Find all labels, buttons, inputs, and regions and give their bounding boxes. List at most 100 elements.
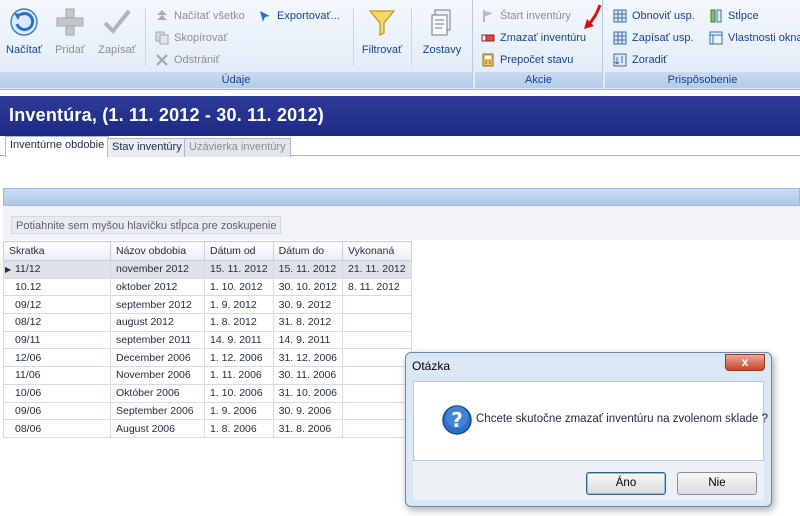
- separator: [411, 8, 412, 66]
- column-header-vykonana[interactable]: Vykonaná: [342, 241, 412, 261]
- table-cell[interactable]: 09/12: [3, 295, 111, 315]
- current-row-indicator-icon: ▶: [5, 265, 12, 275]
- zapisat-usp-button[interactable]: Zapísať usp.: [613, 28, 694, 48]
- table-cell[interactable]: 08/06: [3, 419, 111, 438]
- table-cell[interactable]: 31. 10. 2006: [272, 383, 344, 403]
- table-cell[interactable]: 12/06: [3, 348, 111, 368]
- skratka-value: 09/11: [15, 334, 41, 347]
- refresh-icon: [10, 8, 38, 36]
- table-cell[interactable]: 30. 9. 2006: [272, 401, 344, 421]
- table-cell[interactable]: November 2006: [110, 366, 205, 385]
- table-row[interactable]: 08/12 august 2012 1. 8. 2012 31. 8. 2012: [3, 313, 412, 332]
- table-cell[interactable]: [342, 348, 412, 368]
- zmazat-inventuru-button[interactable]: Zmazať inventúru: [481, 28, 586, 48]
- table-cell[interactable]: ▶ 11/12: [3, 260, 111, 279]
- stlpce-button[interactable]: Stĺpce: [709, 6, 759, 26]
- table-cell[interactable]: Október 2006: [110, 383, 205, 403]
- table-cell[interactable]: September 2006: [110, 401, 205, 421]
- table-cell[interactable]: oktober 2012: [110, 277, 205, 297]
- exportovat-button[interactable]: Exportovať...: [258, 6, 340, 26]
- table-cell[interactable]: 1. 11. 2006: [204, 366, 274, 385]
- table-cell[interactable]: 1. 8. 2012: [204, 313, 274, 332]
- table-cell[interactable]: August 2006: [110, 419, 205, 438]
- table-cell[interactable]: December 2006: [110, 348, 205, 368]
- table-row[interactable]: ▶ 11/12 november 2012 15. 11. 2012 15. 11. 2…: [3, 260, 412, 279]
- table-cell[interactable]: [342, 383, 412, 403]
- table-cell[interactable]: 14. 9. 2011: [204, 330, 274, 350]
- column-header-nazov-obdobia[interactable]: Názov obdobia: [110, 241, 205, 261]
- table-row[interactable]: 10/06 Október 2006 1. 10. 2006 31. 10. 2006: [3, 383, 412, 403]
- table-cell[interactable]: 09/06: [3, 401, 111, 421]
- table-cell[interactable]: 30. 10. 2012: [272, 277, 344, 297]
- table-cell[interactable]: 09/11: [3, 330, 111, 350]
- table-cell[interactable]: 14. 9. 2011: [272, 330, 344, 350]
- copy-icon: [155, 31, 169, 45]
- table-cell[interactable]: 1. 10. 2006: [204, 383, 274, 403]
- table-cell[interactable]: 30. 9. 2012: [272, 295, 344, 315]
- table-row[interactable]: 12/06 December 2006 1. 12. 2006 31. 12. 200…: [3, 348, 412, 368]
- table-cell[interactable]: 1. 9. 2012: [204, 295, 274, 315]
- skopirovat-button[interactable]: Skopírovať: [155, 28, 228, 48]
- table-cell[interactable]: 30. 11. 2006: [272, 366, 344, 385]
- table-cell[interactable]: 1. 10. 2012: [204, 277, 274, 297]
- double-up-arrow-icon: [157, 10, 167, 21]
- nacitat-vsetko-button[interactable]: Načítať všetko: [155, 6, 245, 26]
- column-header-datum-do[interactable]: Dátum do: [272, 241, 344, 261]
- prepocet-stavu-button[interactable]: Prepočet stavu: [481, 50, 573, 70]
- tab-uzavierka-inventury[interactable]: Uzávierka inventúry: [184, 138, 291, 157]
- yes-button[interactable]: Áno: [586, 472, 666, 495]
- table-cell[interactable]: [342, 313, 412, 332]
- start-inventury-button[interactable]: Štart inventúry: [481, 6, 571, 26]
- column-header-datum-od[interactable]: Dátum od: [204, 241, 274, 261]
- table-cell[interactable]: [342, 366, 412, 385]
- table-cell[interactable]: 8. 11. 2012: [342, 277, 412, 297]
- table-cell[interactable]: 15. 11. 2012: [272, 260, 344, 279]
- no-button[interactable]: Nie: [677, 472, 757, 495]
- table-cell[interactable]: [342, 330, 412, 350]
- table-cell[interactable]: 31. 8. 2012: [272, 313, 344, 332]
- table-cell[interactable]: [342, 295, 412, 315]
- tab-inventurne-obdobie[interactable]: Inventúrne obdobie: [5, 136, 110, 157]
- table-cell[interactable]: 11/06: [3, 366, 111, 385]
- table-cell[interactable]: september 2011: [110, 330, 205, 350]
- table-cell[interactable]: september 2012: [110, 295, 205, 315]
- start-inventury-label: Štart inventúry: [500, 10, 571, 22]
- table-row[interactable]: 09/06 September 2006 1. 9. 2006 30. 9. 2006: [3, 401, 412, 421]
- table-cell[interactable]: 1. 9. 2006: [204, 401, 274, 421]
- table-cell[interactable]: 08/12: [3, 313, 111, 332]
- table-row[interactable]: 09/12 september 2012 1. 9. 2012 30. 9. 2012: [3, 295, 412, 315]
- red-arrow-annotation-icon: [584, 4, 602, 29]
- vlastnosti-okna-button[interactable]: Vlastnosti okna: [709, 28, 800, 48]
- dialog-close-button[interactable]: x: [725, 354, 765, 371]
- zoradit-button[interactable]: Zoradiť: [613, 50, 667, 70]
- nacitat-button[interactable]: Načítať: [2, 6, 46, 64]
- table-row[interactable]: 08/06 August 2006 1. 8. 2006 31. 8. 2006: [3, 419, 412, 438]
- table-cell[interactable]: 1. 8. 2006: [204, 419, 274, 438]
- table-cell[interactable]: 31. 8. 2006: [272, 419, 344, 438]
- checkmark-icon: [103, 9, 131, 34]
- table-cell[interactable]: 1. 12. 2006: [204, 348, 274, 368]
- tab-bar: Inventúrne obdobie Stav inventúry Uzávie…: [0, 136, 800, 157]
- filtrovat-button[interactable]: Filtrovať: [360, 6, 404, 64]
- table-cell[interactable]: 31. 12. 2006: [272, 348, 344, 368]
- table-row[interactable]: 09/11 september 2011 14. 9. 2011 14. 9. 201…: [3, 330, 412, 350]
- table-row[interactable]: 11/06 November 2006 1. 11. 2006 30. 11. 200…: [3, 366, 412, 385]
- odstranit-button[interactable]: Odstrániť: [155, 50, 220, 70]
- table-cell[interactable]: 10.12: [3, 277, 111, 297]
- tab-stav-inventury[interactable]: Stav inventúry: [107, 138, 187, 157]
- obnovit-usp-button[interactable]: Obnoviť usp.: [613, 6, 695, 26]
- zapisat-button[interactable]: Zapísať: [95, 6, 139, 64]
- table-cell[interactable]: november 2012: [110, 260, 205, 279]
- table-cell[interactable]: [342, 401, 412, 421]
- table-row[interactable]: 10.12 oktober 2012 1. 10. 2012 30. 10. 2012…: [3, 277, 412, 297]
- table-cell[interactable]: [342, 419, 412, 438]
- zostavy-button[interactable]: Zostavy: [419, 6, 465, 64]
- table-cell[interactable]: 10/06: [3, 383, 111, 403]
- table-cell[interactable]: august 2012: [110, 313, 205, 332]
- funnel-filter-icon: [368, 10, 396, 36]
- column-header-skratka[interactable]: Skratka: [3, 241, 111, 261]
- table-cell[interactable]: 21. 11. 2012: [342, 260, 412, 279]
- table-cell[interactable]: 15. 11. 2012: [204, 260, 274, 279]
- group-by-panel[interactable]: Potiahnite sem myšou hlavičku stĺpca pre…: [3, 206, 800, 240]
- pridat-button[interactable]: Pridať: [48, 6, 92, 64]
